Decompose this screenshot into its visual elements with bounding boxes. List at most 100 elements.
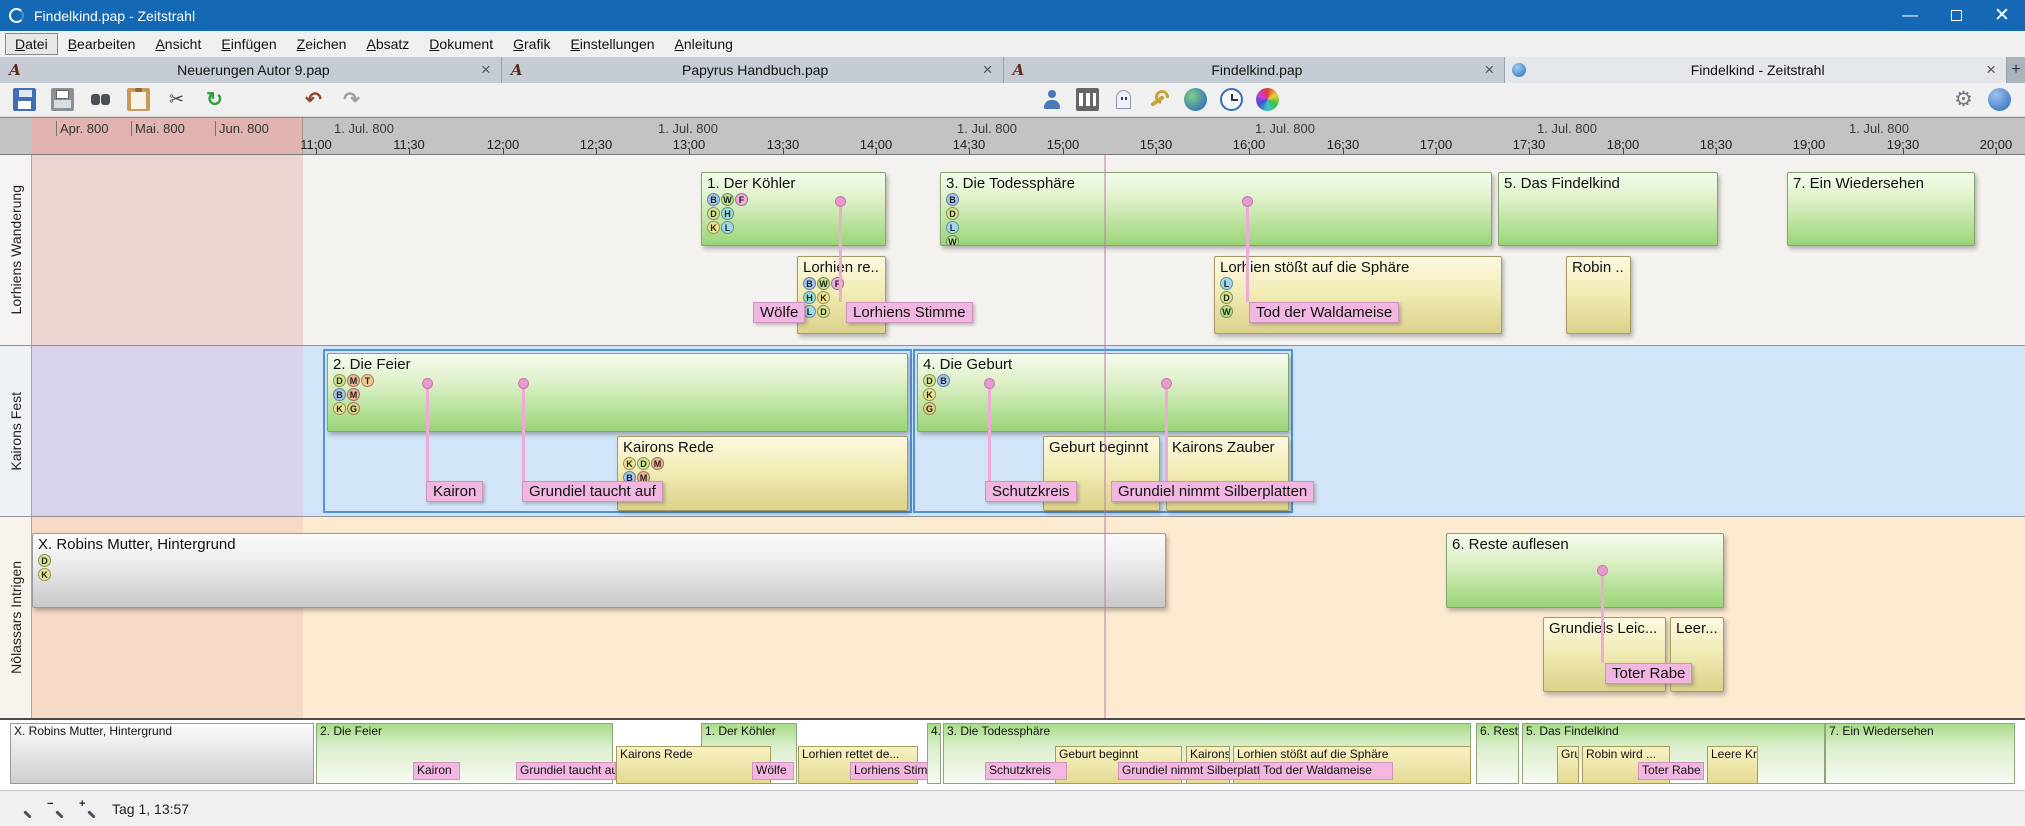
connector-line <box>426 382 429 481</box>
menu-item-zeichen[interactable]: Zeichen <box>287 33 357 55</box>
scene-event[interactable]: 7. Ein Wiedersehen <box>1787 172 1975 246</box>
tab-close-icon[interactable]: × <box>1481 60 1497 80</box>
characters-icon[interactable] <box>1040 88 1063 111</box>
menu-item-anleitung[interactable]: Anleitung <box>665 33 743 55</box>
scene-event[interactable]: 2. Die FeierDMTBMKG <box>327 353 908 432</box>
tab-close-icon[interactable]: × <box>980 60 996 80</box>
scene-event[interactable]: X. Robins Mutter, HintergrundDK <box>32 533 1166 608</box>
scene-event[interactable]: 6. Reste auflesen <box>1446 533 1724 608</box>
event-label[interactable]: Schutzkreis <box>985 481 1077 502</box>
menu-item-bearbeiten[interactable]: Bearbeiten <box>58 33 146 55</box>
menu-bar: DateiBearbeitenAnsichtEinfügenZeichenAbs… <box>0 31 2025 57</box>
event-title: 2. Die Feier <box>333 356 902 373</box>
character-badge: L <box>1220 277 1233 290</box>
minimap-label-item[interactable]: Wölfe <box>752 762 794 780</box>
ruler-day-label: 1. Jul. 800 <box>1255 121 1315 136</box>
scene-event[interactable]: 4. Die GeburtDBKG <box>917 353 1289 432</box>
minimap-scene-item[interactable]: 7. Ein Wiedersehen <box>1825 723 2015 784</box>
event-label[interactable]: Tod der Waldameise <box>1249 302 1399 323</box>
character-badge: B <box>707 193 720 206</box>
minimap-label-item[interactable]: Grundiel taucht auf <box>516 762 616 780</box>
scene-event[interactable]: 1. Der KöhlerBWFDHKL <box>701 172 886 246</box>
tab-findelkind-zeitstrahl[interactable]: Findelkind - Zeitstrahl× <box>1505 57 2007 83</box>
menu-item-datei[interactable]: Datei <box>5 33 58 55</box>
minimap-label-item[interactable]: Grundiel nimmt Silberplatt... <box>1118 762 1276 780</box>
character-badge: G <box>347 402 360 415</box>
globe-icon[interactable] <box>1184 88 1207 111</box>
tab-findelkind-pap[interactable]: AFindelkind.pap× <box>1004 57 1506 83</box>
maximize-button[interactable] <box>1933 0 1979 31</box>
menu-item-einfügen[interactable]: Einfügen <box>211 33 286 55</box>
event-label[interactable]: Kairon <box>426 481 483 502</box>
new-tab-button[interactable]: + <box>2007 57 2025 83</box>
scene-event[interactable]: 3. Die TodessphäreBDLW <box>940 172 1492 246</box>
tab-papyrus-handbuch-pap[interactable]: APapyrus Handbuch.pap× <box>502 57 1004 83</box>
event-label[interactable]: Grundiel taucht auf <box>522 481 663 502</box>
event-label[interactable]: Grundiel nimmt Silberplatten <box>1111 481 1314 502</box>
close-button[interactable]: ✕ <box>1979 0 2025 31</box>
minimap-bg-item[interactable]: X. Robins Mutter, Hintergrund <box>10 723 314 784</box>
character-badge: W <box>817 277 830 290</box>
scene-event[interactable]: 5. Das Findelkind <box>1498 172 1718 246</box>
minimap-scene-item[interactable]: 6. Reste <box>1476 723 1519 784</box>
badge-row: B <box>946 193 1486 206</box>
event-label[interactable]: Toter Rabe <box>1605 663 1692 684</box>
character-badge: L <box>721 221 734 234</box>
event-label[interactable]: Wölfe <box>753 302 805 323</box>
style-icon[interactable] <box>1988 88 2011 111</box>
minimap[interactable]: X. Robins Mutter, Hintergrund2. Die Feie… <box>0 718 2025 790</box>
zoom-out-icon[interactable]: − <box>42 797 65 820</box>
event-title: 4. Die Geburt <box>923 356 1283 373</box>
ruler-tick <box>1623 148 1624 154</box>
character-badge: F <box>735 193 748 206</box>
lane-title-text: Lorhiens Wanderung <box>8 185 24 314</box>
event-label[interactable]: Lorhiens Stimme <box>846 302 973 323</box>
clipboard-icon[interactable] <box>127 88 150 111</box>
colors-icon[interactable] <box>1256 88 1279 111</box>
event-title: 5. Das Findelkind <box>1504 175 1712 192</box>
ruler-tick <box>316 148 317 154</box>
badge-row: W <box>946 235 1486 246</box>
tab-neuerungen-autor-9-pap[interactable]: ANeuerungen Autor 9.pap× <box>0 57 502 83</box>
tab-close-icon[interactable]: × <box>1983 60 1999 80</box>
minimap-scene-item[interactable]: 4. <box>927 723 941 784</box>
redo-icon[interactable] <box>340 88 363 111</box>
minimap-sub-item[interactable]: Kairons Rede <box>616 746 771 784</box>
sub-event[interactable]: Robin ... <box>1566 256 1631 334</box>
badge-row: L <box>946 221 1486 234</box>
print-icon[interactable] <box>51 88 74 111</box>
tab-label: Neuerungen Autor 9.pap <box>29 62 478 78</box>
tab-close-icon[interactable]: × <box>478 60 494 80</box>
menu-item-ansicht[interactable]: Ansicht <box>145 33 211 55</box>
minimize-button[interactable]: — <box>1887 0 1933 31</box>
minimap-label-item[interactable]: Kairon <box>413 762 460 780</box>
clock-icon[interactable] <box>1220 88 1243 111</box>
minimap-sub-item[interactable]: Leere Kri... <box>1707 746 1758 784</box>
menu-item-grafik[interactable]: Grafik <box>503 33 560 55</box>
cut-icon[interactable] <box>165 88 188 111</box>
save-icon[interactable] <box>13 88 36 111</box>
minimap-label-item[interactable]: Tod der Waldameise <box>1259 762 1393 780</box>
zoom-in-icon[interactable]: + <box>74 797 97 820</box>
refresh-icon[interactable] <box>203 88 226 111</box>
settings-icon[interactable] <box>1952 88 1975 111</box>
minimap-label-item[interactable]: Toter Rabe <box>1638 762 1704 780</box>
app-icon <box>9 8 24 23</box>
menu-item-einstellungen[interactable]: Einstellungen <box>560 33 664 55</box>
character-badge: D <box>38 554 51 567</box>
search-icon[interactable] <box>89 88 112 111</box>
maximize-icon <box>1951 10 1962 21</box>
menu-item-absatz[interactable]: Absatz <box>356 33 419 55</box>
ghost-icon[interactable] <box>1112 88 1135 111</box>
ruler-tick <box>1436 148 1437 154</box>
undo-icon[interactable] <box>302 88 325 111</box>
character-badges: DBKG <box>923 374 1283 415</box>
menu-item-dokument[interactable]: Dokument <box>419 33 503 55</box>
character-badge: K <box>38 568 51 581</box>
minimap-label-item[interactable]: Schutzkreis <box>985 762 1067 780</box>
zoom-fit-icon[interactable] <box>10 797 33 820</box>
minimap-sub-item[interactable]: Gru <box>1557 746 1579 784</box>
minimap-label-item[interactable]: Lorhiens Stimme <box>850 762 928 780</box>
storyboard-icon[interactable] <box>1076 88 1099 111</box>
tools-icon[interactable] <box>1148 88 1171 111</box>
